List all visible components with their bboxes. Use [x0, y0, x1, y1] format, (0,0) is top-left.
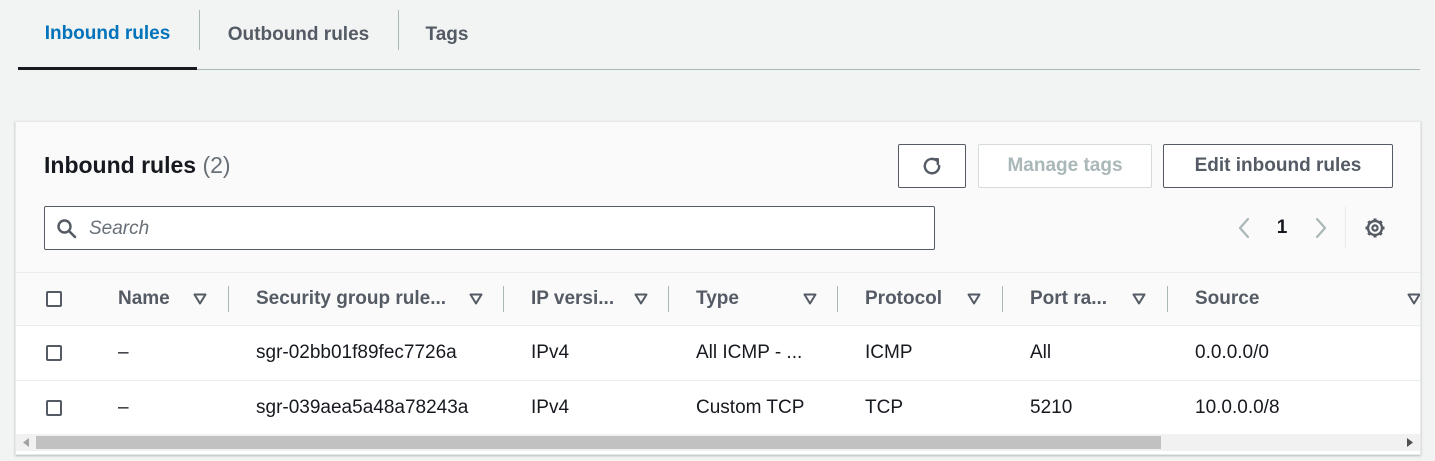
column-divider[interactable] — [668, 286, 669, 312]
cell-type: Custom TCP — [696, 397, 805, 418]
cell-name: – — [118, 342, 129, 363]
column-label: Name — [118, 288, 170, 309]
column-header-security-group-rule[interactable]: Security group rule... — [256, 273, 461, 325]
tab-label: Outbound rules — [227, 23, 370, 45]
edit-inbound-rules-label: Edit inbound rules — [1194, 155, 1362, 176]
search-box — [44, 206, 935, 251]
sort-icon[interactable] — [193, 293, 207, 305]
row-checkbox[interactable] — [46, 345, 62, 361]
column-label: Port ra... — [1030, 288, 1108, 309]
manage-tags-button[interactable]: Manage tags — [978, 144, 1152, 188]
panel-header: Inbound rules (2) Manage tags Edit inbou… — [16, 122, 1420, 272]
sort-icon[interactable] — [803, 293, 817, 305]
sort-icon[interactable] — [1132, 293, 1146, 305]
column-divider[interactable] — [1167, 286, 1168, 312]
edit-inbound-rules-button[interactable]: Edit inbound rules — [1163, 144, 1393, 188]
column-label: Source — [1195, 288, 1260, 309]
chevron-left-icon[interactable] — [1235, 216, 1253, 240]
chevron-right-icon[interactable] — [1312, 216, 1330, 240]
scrollbar-thumb[interactable] — [36, 436, 1161, 449]
cell-source: 10.0.0.0/8 — [1195, 397, 1280, 418]
column-divider[interactable] — [503, 286, 504, 312]
column-label: Protocol — [865, 288, 943, 309]
column-label: Type — [696, 288, 739, 309]
column-divider[interactable] — [228, 286, 229, 312]
panel-title-text: Inbound rules — [44, 152, 197, 178]
cell-rule-id: sgr-039aea5a48a78243a — [256, 397, 469, 418]
horizontal-scrollbar[interactable] — [16, 434, 1420, 451]
sort-icon[interactable] — [634, 293, 648, 305]
tab-label: Inbound rules — [44, 22, 171, 44]
pager-divider — [1345, 206, 1346, 248]
column-label: Security group rule... — [256, 288, 447, 309]
rule-count: (2) — [202, 152, 231, 178]
tab-tags[interactable]: Tags — [399, 0, 495, 69]
column-header-name[interactable]: Name — [118, 273, 198, 325]
current-page-number[interactable]: 1 — [1276, 216, 1288, 240]
sort-icon[interactable] — [967, 293, 981, 305]
cell-port-range: All — [1030, 342, 1052, 363]
tab-bar: Inbound rules Outbound rules Tags — [18, 0, 1420, 70]
inbound-rules-panel: Inbound rules (2) Manage tags Edit inbou… — [15, 121, 1421, 455]
tab-outbound-rules[interactable]: Outbound rules — [200, 0, 397, 69]
refresh-button[interactable] — [898, 144, 966, 188]
column-header-type[interactable]: Type — [696, 273, 796, 325]
panel-title: Inbound rules (2) — [44, 152, 231, 179]
sort-icon[interactable] — [469, 293, 483, 305]
select-all-checkbox[interactable] — [46, 291, 62, 307]
scroll-right-arrow-icon[interactable] — [1406, 438, 1414, 447]
column-header-ip-version[interactable]: IP versi... — [531, 273, 626, 325]
tab-label: Tags — [425, 23, 469, 45]
column-divider[interactable] — [837, 286, 838, 312]
cell-ip-version: IPv4 — [531, 342, 570, 363]
cell-protocol: TCP — [865, 397, 903, 418]
cell-protocol: ICMP — [865, 342, 913, 363]
column-header-port-range[interactable]: Port ra... — [1030, 273, 1120, 325]
tab-inbound-rules[interactable]: Inbound rules — [18, 0, 197, 70]
cell-rule-id: sgr-02bb01f89fec7726a — [256, 342, 457, 363]
row-checkbox[interactable] — [46, 400, 62, 416]
table-header: Name Security group rule... IP versi... … — [16, 272, 1420, 326]
column-header-protocol[interactable]: Protocol — [865, 273, 965, 325]
column-header-source[interactable]: Source — [1195, 273, 1345, 325]
cell-source: 0.0.0.0/0 — [1195, 342, 1269, 363]
sort-icon[interactable] — [1407, 293, 1421, 305]
search-icon — [57, 219, 77, 239]
cell-port-range: 5210 — [1030, 397, 1073, 418]
cell-ip-version: IPv4 — [531, 397, 570, 418]
cell-name: – — [118, 397, 129, 418]
search-input[interactable] — [87, 207, 921, 251]
scroll-left-arrow-icon[interactable] — [22, 438, 30, 447]
table-row[interactable]: – sgr-039aea5a48a78243a IPv4 Custom TCP … — [16, 381, 1420, 436]
cell-type: All ICMP - ... — [696, 342, 803, 363]
column-divider[interactable] — [1002, 286, 1003, 312]
refresh-icon — [923, 157, 941, 175]
manage-tags-label: Manage tags — [1007, 155, 1123, 176]
table-row[interactable]: – sgr-02bb01f89fec7726a IPv4 All ICMP - … — [16, 326, 1420, 381]
column-label: IP versi... — [531, 288, 615, 309]
gear-icon[interactable] — [1363, 216, 1387, 240]
